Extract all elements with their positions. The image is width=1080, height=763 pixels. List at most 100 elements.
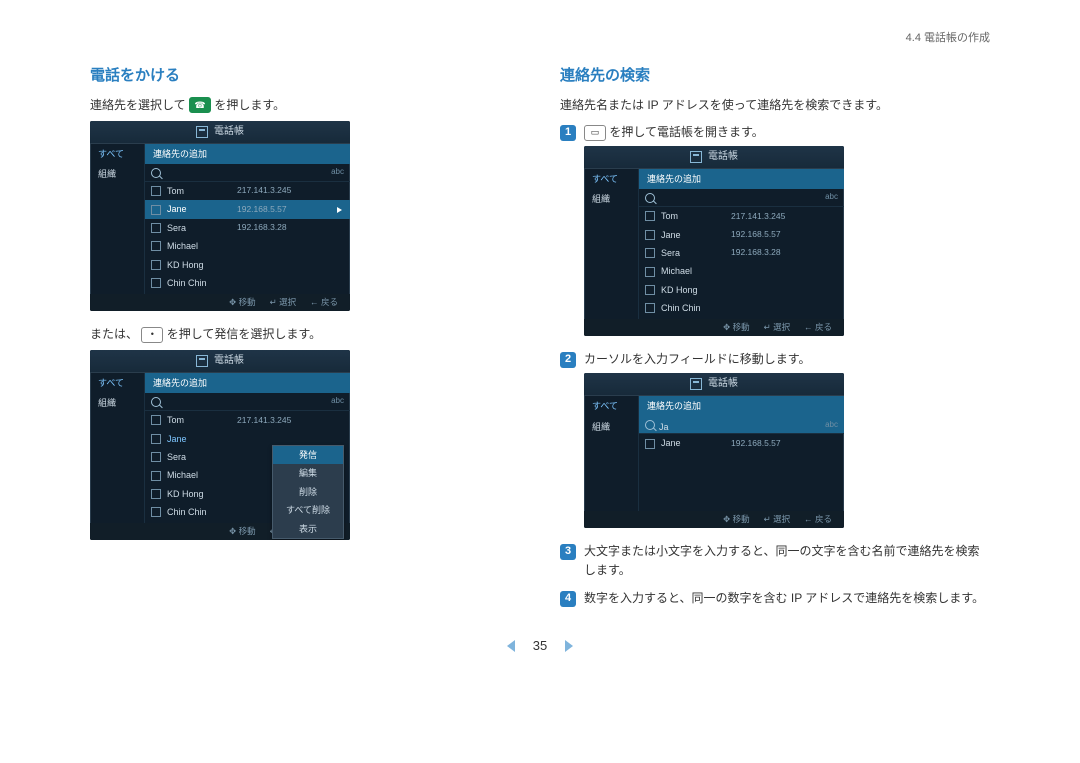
breadcrumb: 4.4 電話帳の作成	[90, 30, 990, 48]
phonebook-title: 電話帳	[214, 124, 244, 140]
step-badge: 3	[560, 544, 576, 560]
tab-all[interactable]: すべて	[90, 144, 144, 164]
tab-all[interactable]: すべて	[90, 373, 144, 393]
right-heading: 連絡先の検索	[560, 64, 990, 88]
step-badge: 1	[560, 125, 576, 141]
book-icon	[690, 151, 702, 163]
left-or: または、 • を押して発信を選択します。	[90, 325, 520, 344]
step-text: 大文字または小文字を入力すると、同一の文字を含む名前で連絡先を検索します。	[584, 542, 990, 580]
step-badge: 4	[560, 591, 576, 607]
list-item[interactable]: Michael217.141.12.39	[639, 318, 844, 319]
add-contact[interactable]: 連絡先の追加	[145, 144, 350, 164]
phonebook-title: 電話帳	[708, 376, 738, 392]
search-row[interactable]: abc	[145, 393, 350, 411]
list-item[interactable]: KD Hong	[639, 281, 844, 299]
left-column: 電話をかける 連絡先を選択して ☎ を押します。 電話帳 すべて 組織	[90, 64, 520, 612]
contact-list: Tom217.141.3.245 Jane192.168.5.57 Sera19…	[145, 182, 350, 294]
step-badge: 2	[560, 352, 576, 368]
phonebook-figure-4: 電話帳 すべて 組織 連絡先の追加 Ja abc	[584, 373, 990, 528]
right-intro: 連絡先名または IP アドレスを使って連絡先を検索できます。	[560, 96, 990, 115]
add-contact[interactable]: 連絡先の追加	[145, 373, 350, 393]
list-item[interactable]: Tom217.141.3.245	[145, 182, 350, 200]
contact-list: Tom217.141.3.245 Jane192.168.5.57 Sera19…	[639, 207, 844, 319]
step-text: 数字を入力すると、同一の数字を含む IP アドレスで連絡先を検索します。	[584, 589, 984, 608]
next-page-icon[interactable]	[565, 640, 573, 652]
input-mode: abc	[825, 191, 838, 204]
phonebook-figure-2: 電話帳 すべて 組織 連絡先の追加 abc	[90, 350, 520, 540]
page-nav: 35	[90, 636, 990, 657]
tab-org[interactable]: 組織	[90, 164, 144, 184]
left-heading: 電話をかける	[90, 64, 520, 88]
tab-org[interactable]: 組織	[584, 417, 638, 437]
tab-org[interactable]: 組織	[90, 393, 144, 413]
search-input[interactable]: Ja	[659, 420, 821, 430]
step-1: 1 ▭ を押して電話帳を開きます。	[560, 123, 990, 142]
list-item[interactable]: Sera192.168.3.28	[639, 244, 844, 262]
list-item[interactable]: Jane192.168.5.57	[145, 200, 350, 218]
list-item[interactable]: Chin Chin	[639, 299, 844, 317]
context-menu: 発信 編集 削除 すべて削除 表示	[272, 445, 344, 539]
phonebook-title-bar: 電話帳	[584, 373, 844, 396]
list-item[interactable]: Jane192.168.5.57	[639, 434, 844, 452]
menu-edit[interactable]: 編集	[273, 464, 343, 482]
call-key-icon: ☎	[189, 97, 211, 113]
book-icon	[196, 355, 208, 367]
phonebook-title-bar: 電話帳	[584, 146, 844, 169]
book-key-icon: ▭	[584, 125, 606, 141]
right-column: 連絡先の検索 連絡先名または IP アドレスを使って連絡先を検索できます。 1 …	[560, 64, 990, 612]
step-2: 2 カーソルを入力フィールドに移動します。	[560, 350, 990, 369]
phonebook-title-bar: 電話帳	[90, 121, 350, 144]
add-contact[interactable]: 連絡先の追加	[639, 169, 844, 189]
search-icon	[645, 420, 655, 430]
input-mode: abc	[331, 166, 344, 179]
foot-move: ✥ 移動	[229, 525, 256, 539]
phonebook-title: 電話帳	[708, 149, 738, 165]
step-text: カーソルを入力フィールドに移動します。	[584, 350, 811, 369]
list-item[interactable]: KD Hong	[145, 256, 350, 274]
foot-back: ← 戻る	[804, 321, 832, 335]
contact-list: Jane192.168.5.57	[639, 434, 844, 511]
search-row[interactable]: abc	[639, 189, 844, 207]
search-input[interactable]	[659, 193, 821, 203]
book-icon	[690, 378, 702, 390]
list-item[interactable]: Jane192.168.5.57	[639, 226, 844, 244]
foot-select: ↵ 選択	[764, 513, 791, 527]
search-input[interactable]	[165, 397, 327, 407]
tab-org[interactable]: 組織	[584, 189, 638, 209]
menu-call[interactable]: 発信	[273, 446, 343, 464]
input-mode: abc	[331, 395, 344, 408]
search-row[interactable]: Ja abc	[639, 417, 844, 435]
phonebook-title-bar: 電話帳	[90, 350, 350, 373]
text: または、	[90, 327, 138, 341]
foot-move: ✥ 移動	[723, 513, 750, 527]
tab-all[interactable]: すべて	[584, 169, 638, 189]
tab-all[interactable]: すべて	[584, 396, 638, 416]
add-contact[interactable]: 連絡先の追加	[639, 396, 844, 416]
foot-move: ✥ 移動	[723, 321, 750, 335]
phonebook-figure-3: 電話帳 すべて 組織 連絡先の追加 abc	[584, 146, 990, 336]
text: 連絡先を選択して	[90, 98, 189, 112]
input-mode: abc	[825, 419, 838, 432]
menu-show[interactable]: 表示	[273, 520, 343, 538]
list-item[interactable]: Michael217.141.12.39	[145, 292, 350, 293]
list-item[interactable]: Tom217.141.3.245	[639, 207, 844, 225]
prev-page-icon[interactable]	[507, 640, 515, 652]
step-text: ▭ を押して電話帳を開きます。	[584, 123, 764, 142]
menu-delete[interactable]: 削除	[273, 483, 343, 501]
step-3: 3 大文字または小文字を入力すると、同一の文字を含む名前で連絡先を検索します。	[560, 542, 990, 580]
list-item[interactable]: Michael	[145, 237, 350, 255]
search-icon	[645, 193, 655, 203]
menu-delete-all[interactable]: すべて削除	[273, 501, 343, 519]
search-icon	[151, 397, 161, 407]
left-intro: 連絡先を選択して ☎ を押します。	[90, 96, 520, 115]
list-item[interactable]: Tom217.141.3.245	[145, 411, 350, 429]
phonebook-title: 電話帳	[214, 353, 244, 369]
search-icon	[151, 168, 161, 178]
search-row[interactable]: abc	[145, 164, 350, 182]
foot-select: ↵ 選択	[764, 321, 791, 335]
search-input[interactable]	[165, 168, 327, 178]
dot-key-icon: •	[141, 327, 163, 343]
list-item[interactable]: Michael	[639, 262, 844, 280]
list-item[interactable]: Sera192.168.3.28	[145, 219, 350, 237]
list-item[interactable]: Chin Chin	[145, 274, 350, 292]
